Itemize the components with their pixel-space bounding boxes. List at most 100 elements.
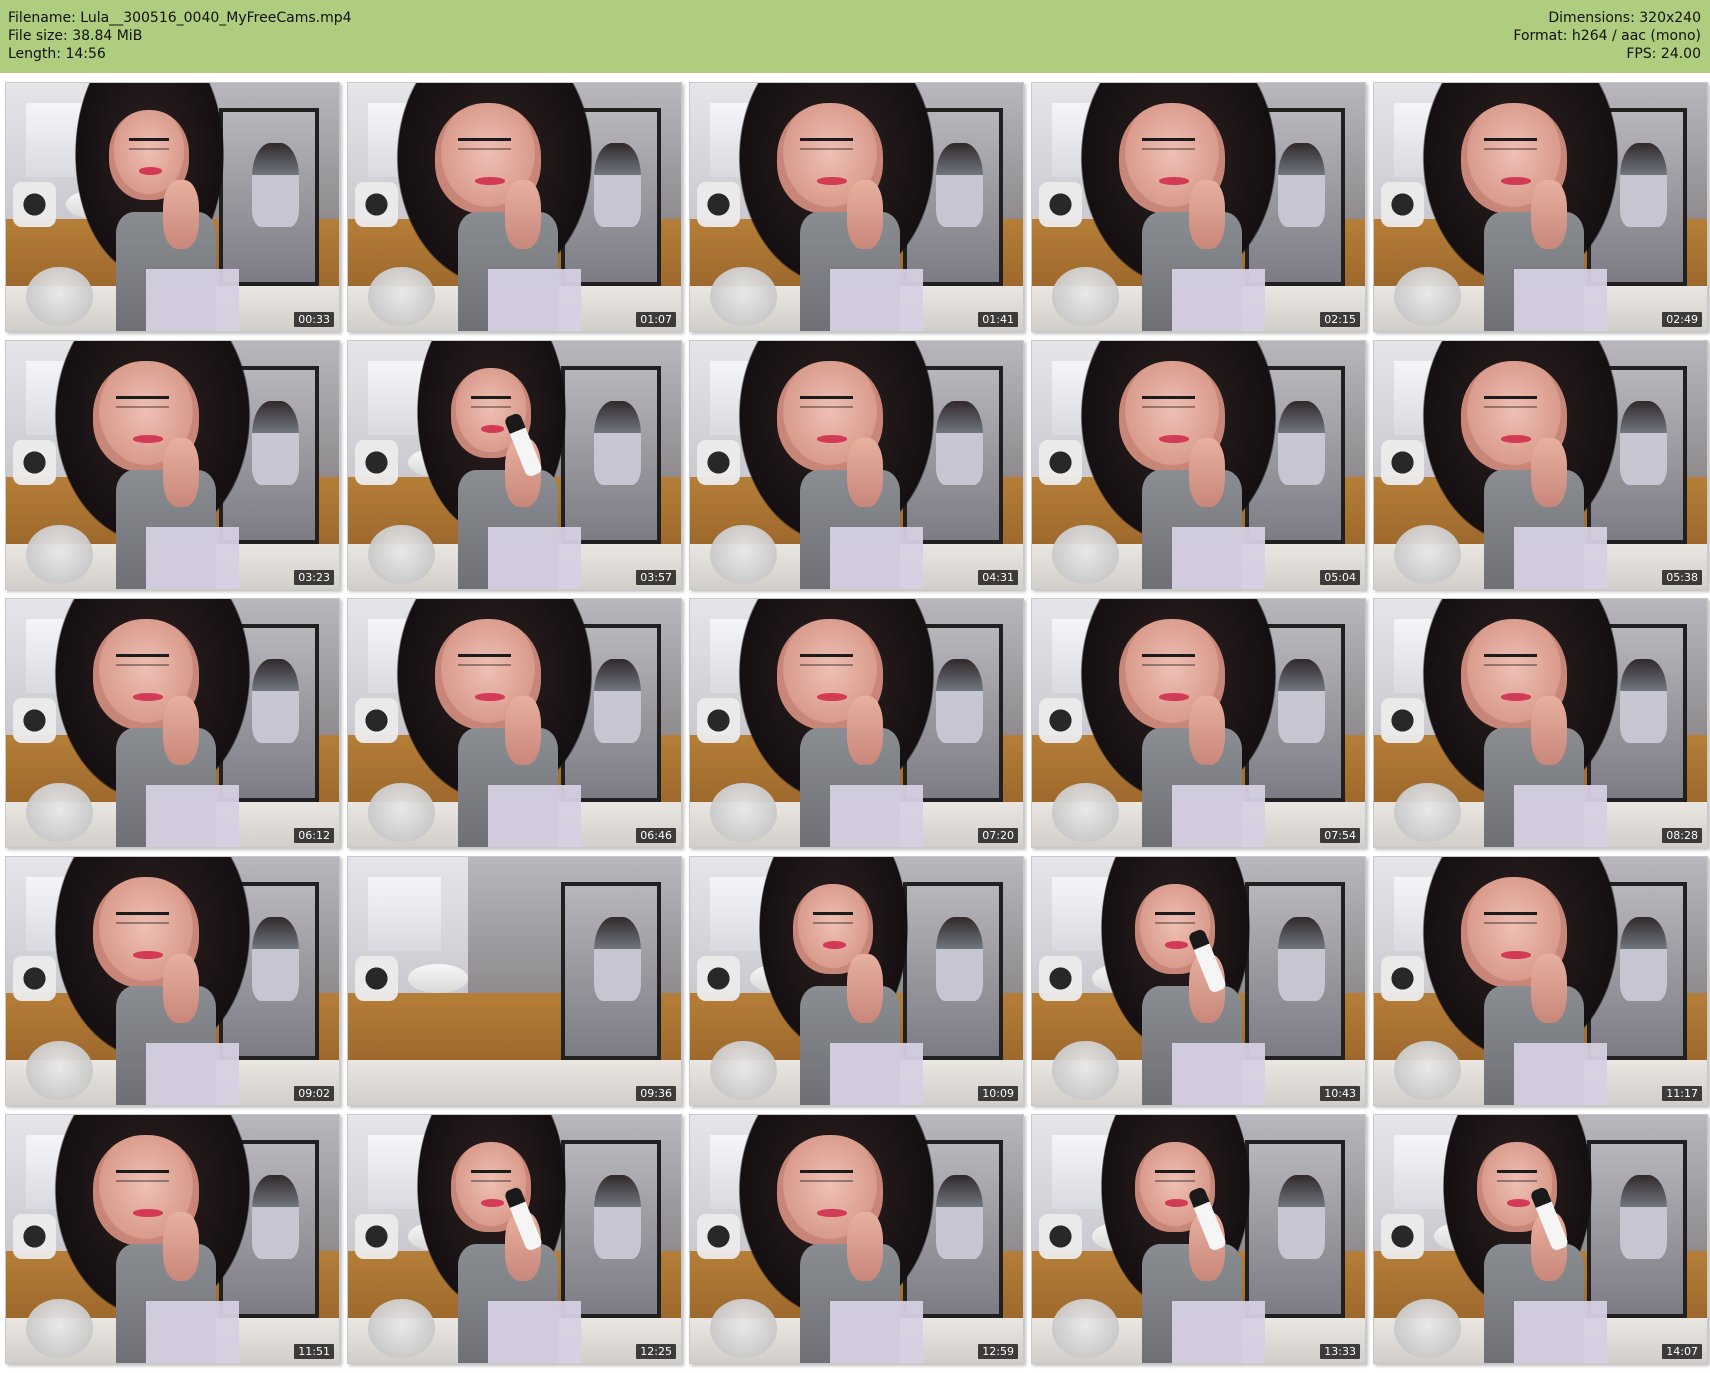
lips-shape <box>1500 951 1531 959</box>
knee-shape <box>25 524 93 585</box>
video-thumbnail[interactable]: 10:09 <box>689 856 1024 1106</box>
skirt-shape <box>1513 269 1608 331</box>
thumbnail-grid: 00:33 01:07 01:41 02:15 02:49 03:23 03:57 04:31… <box>0 0 1710 1373</box>
video-thumbnail[interactable]: 14:07 <box>1373 1114 1708 1364</box>
video-thumbnail[interactable]: 11:17 <box>1373 856 1708 1106</box>
thumbnail-scene <box>1032 341 1365 589</box>
thumbnail-scene <box>1032 857 1365 1105</box>
eyes-shape <box>457 137 512 150</box>
skirt-shape <box>1513 527 1608 589</box>
eyes-shape <box>1141 653 1196 666</box>
thumbnail-scene <box>690 83 1023 331</box>
lips-shape <box>1507 1199 1531 1207</box>
eyes-shape <box>1155 1169 1196 1182</box>
eyes-shape <box>1141 137 1196 150</box>
video-thumbnail[interactable]: 04:31 <box>689 340 1024 590</box>
knee-shape <box>1051 1298 1119 1359</box>
video-thumbnail[interactable]: 08:28 <box>1373 598 1708 848</box>
skirt-shape <box>1171 527 1266 589</box>
thumbnail-scene <box>6 857 339 1105</box>
knee-shape <box>1051 266 1119 327</box>
video-thumbnail[interactable]: 06:12 <box>5 598 340 848</box>
video-thumbnail[interactable]: 03:57 <box>347 340 682 590</box>
video-thumbnail[interactable]: 05:38 <box>1373 340 1708 590</box>
thumbnail-scene <box>348 1115 681 1363</box>
lips-shape <box>132 1209 163 1217</box>
knee-shape <box>1393 1040 1461 1101</box>
thumbnail-scene <box>6 83 339 331</box>
thumbnail-scene <box>348 857 681 1105</box>
mirror-figure-shape <box>594 1174 642 1259</box>
video-thumbnail[interactable]: 12:59 <box>689 1114 1024 1364</box>
video-thumbnail[interactable]: 10:43 <box>1031 856 1366 1106</box>
eyes-shape <box>1155 911 1196 924</box>
thumbnail-scene <box>690 599 1023 847</box>
thumbnail-timestamp: 14:07 <box>1662 1344 1702 1359</box>
thumbnail-timestamp: 01:07 <box>636 312 676 327</box>
eyes-shape <box>1497 1169 1538 1182</box>
thumbnail-timestamp: 11:51 <box>294 1344 334 1359</box>
skirt-shape <box>1513 1043 1608 1105</box>
thumbnail-timestamp: 05:04 <box>1320 570 1360 585</box>
knee-shape <box>709 1298 777 1359</box>
speaker-shape <box>354 1214 398 1259</box>
thumbnail-timestamp: 12:59 <box>978 1344 1018 1359</box>
video-thumbnail[interactable]: 02:49 <box>1373 82 1708 332</box>
eyes-shape <box>1483 395 1538 408</box>
video-thumbnail[interactable]: 01:41 <box>689 82 1024 332</box>
skirt-shape <box>829 1301 924 1363</box>
thumbnail-timestamp: 07:54 <box>1320 828 1360 843</box>
video-thumbnail[interactable]: 07:54 <box>1031 598 1366 848</box>
video-thumbnail[interactable]: 11:51 <box>5 1114 340 1364</box>
mirror-figure-shape <box>1278 1174 1326 1259</box>
video-thumbnail[interactable]: 07:20 <box>689 598 1024 848</box>
window-glow-shape <box>367 876 442 952</box>
skirt-shape <box>487 527 582 589</box>
thumbnail-timestamp: 06:12 <box>294 828 334 843</box>
thumbnail-timestamp: 02:15 <box>1320 312 1360 327</box>
thumbnail-scene <box>1374 83 1707 331</box>
thumbnail-scene <box>1374 1115 1707 1363</box>
skirt-shape <box>1513 785 1608 847</box>
thumbnail-timestamp: 11:17 <box>1662 1086 1702 1101</box>
hand-shape <box>162 437 200 508</box>
skirt-shape <box>1513 1301 1608 1363</box>
thumbnail-scene <box>1374 599 1707 847</box>
video-thumbnail[interactable]: 09:36 <box>347 856 682 1106</box>
skirt-shape <box>1171 785 1266 847</box>
thumbnail-scene <box>1032 599 1365 847</box>
lips-shape <box>1500 693 1531 701</box>
thumbnail-scene <box>1374 341 1707 589</box>
hand-shape <box>846 953 884 1024</box>
rug-shape <box>348 1060 681 1105</box>
skirt-shape <box>1171 269 1266 331</box>
video-thumbnail[interactable]: 06:46 <box>347 598 682 848</box>
knee-shape <box>367 782 435 843</box>
video-thumbnail[interactable]: 03:23 <box>5 340 340 590</box>
hand-shape <box>504 179 542 250</box>
lips-shape <box>481 1199 505 1207</box>
knee-shape <box>1051 1040 1119 1101</box>
hand-shape <box>1530 953 1568 1024</box>
video-thumbnail[interactable]: 12:25 <box>347 1114 682 1364</box>
video-thumbnail[interactable]: 09:02 <box>5 856 340 1106</box>
speaker-shape <box>1038 1214 1082 1259</box>
video-thumbnail[interactable]: 05:04 <box>1031 340 1366 590</box>
video-thumbnail[interactable]: 01:07 <box>347 82 682 332</box>
hand-shape <box>846 695 884 766</box>
knee-shape <box>709 266 777 327</box>
thumbnail-scene <box>690 857 1023 1105</box>
table-shape <box>407 963 468 994</box>
eyes-shape <box>813 911 854 924</box>
eyes-shape <box>471 1169 512 1182</box>
video-thumbnail[interactable]: 13:33 <box>1031 1114 1366 1364</box>
lips-shape <box>816 435 847 443</box>
skirt-shape <box>487 785 582 847</box>
lips-shape <box>1500 177 1531 185</box>
video-thumbnail[interactable]: 00:33 <box>5 82 340 332</box>
skirt-shape <box>829 269 924 331</box>
video-thumbnail[interactable]: 02:15 <box>1031 82 1366 332</box>
hand-shape <box>1530 179 1568 250</box>
knee-shape <box>1051 782 1119 843</box>
thumbnail-scene <box>348 341 681 589</box>
